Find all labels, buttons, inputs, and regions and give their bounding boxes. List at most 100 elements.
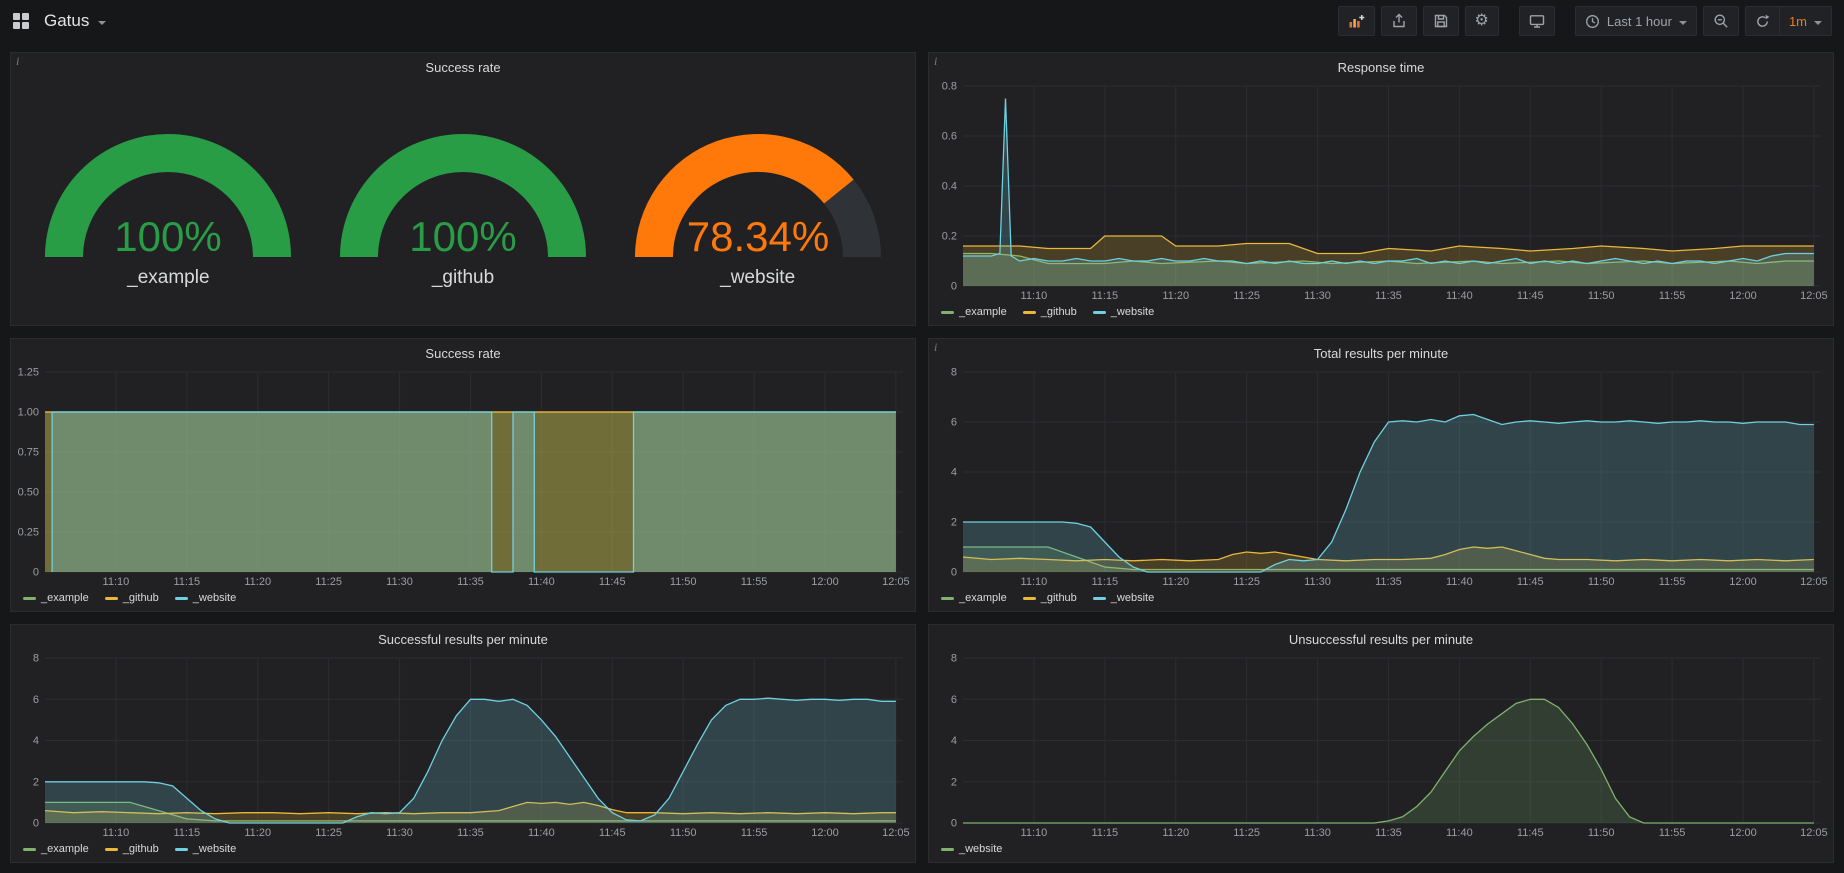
svg-text:11:30: 11:30 xyxy=(386,827,413,839)
legend-item-github[interactable]: _github xyxy=(1023,306,1077,318)
svg-text:0.6: 0.6 xyxy=(942,131,957,143)
legend-item-example[interactable]: _example xyxy=(941,592,1007,604)
svg-text:11:15: 11:15 xyxy=(1091,290,1118,302)
panel-title[interactable]: Successful results per minute xyxy=(11,625,915,650)
svg-text:12:00: 12:00 xyxy=(811,576,839,588)
svg-text:11:55: 11:55 xyxy=(1659,290,1686,302)
legend-item-website[interactable]: _website xyxy=(1093,592,1154,604)
info-icon[interactable]: i xyxy=(934,54,937,69)
svg-text:11:20: 11:20 xyxy=(244,576,271,588)
panel-title[interactable]: Unsuccessful results per minute xyxy=(929,625,1833,650)
legend-label: _website xyxy=(1111,306,1154,318)
svg-text:11:10: 11:10 xyxy=(1021,827,1048,839)
legend-item-website[interactable]: _website xyxy=(941,843,1002,855)
svg-text:11:55: 11:55 xyxy=(741,827,768,839)
navbar-right: ⚙ Last 1 hour xyxy=(1338,6,1832,36)
time-range-label: Last 1 hour xyxy=(1607,14,1672,29)
svg-text:11:55: 11:55 xyxy=(1659,576,1686,588)
svg-text:4: 4 xyxy=(951,735,957,747)
info-icon[interactable]: i xyxy=(16,54,19,69)
svg-text:11:45: 11:45 xyxy=(1517,290,1544,302)
legend-label: _example xyxy=(41,843,89,855)
svg-text:11:50: 11:50 xyxy=(670,576,697,588)
svg-text:11:35: 11:35 xyxy=(457,827,484,839)
svg-text:11:40: 11:40 xyxy=(528,827,555,839)
svg-text:11:50: 11:50 xyxy=(1588,290,1615,302)
legend-item-example[interactable]: _example xyxy=(23,592,89,604)
share-icon xyxy=(1391,13,1407,29)
gauge-website: 78.34% _website xyxy=(613,107,903,289)
svg-text:11:30: 11:30 xyxy=(1304,827,1331,839)
gauge-canvas: 100% xyxy=(318,107,608,265)
total-results-chart[interactable]: 0246811:1011:1511:2011:2511:3011:3511:40… xyxy=(929,364,1833,589)
gauge-github: 100% _github xyxy=(318,107,608,289)
svg-text:11:25: 11:25 xyxy=(315,827,342,839)
legend-label: _github xyxy=(1041,592,1077,604)
legend-swatch xyxy=(105,848,118,851)
refresh-button[interactable]: 1m xyxy=(1745,6,1832,36)
svg-text:11:15: 11:15 xyxy=(1091,827,1118,839)
svg-text:100%: 100% xyxy=(409,213,516,260)
legend-label: _github xyxy=(1041,306,1077,318)
svg-text:8: 8 xyxy=(33,653,39,665)
svg-text:2: 2 xyxy=(951,517,957,529)
legend-item-github[interactable]: _github xyxy=(1023,592,1077,604)
legend-swatch xyxy=(23,848,36,851)
legend-label: _github xyxy=(123,843,159,855)
svg-text:11:55: 11:55 xyxy=(741,576,768,588)
panel-title[interactable]: Response time xyxy=(929,53,1833,78)
gauge-arc: 100% xyxy=(318,107,608,265)
legend: _website xyxy=(929,840,1833,862)
svg-text:6: 6 xyxy=(951,417,957,429)
info-icon[interactable]: i xyxy=(934,340,937,355)
legend-item-example[interactable]: _example xyxy=(23,843,89,855)
chart-canvas: 00.20.40.60.811:1011:1511:2011:2511:3011… xyxy=(929,78,1833,303)
panel-title[interactable]: Success rate xyxy=(11,339,915,364)
success-rate-chart[interactable]: 00.250.500.751.001.2511:1011:1511:2011:2… xyxy=(11,364,915,589)
legend-label: _website xyxy=(193,843,236,855)
svg-text:11:35: 11:35 xyxy=(457,576,484,588)
legend-item-github[interactable]: _github xyxy=(105,843,159,855)
settings-button[interactable]: ⚙ xyxy=(1465,6,1499,36)
legend-item-example[interactable]: _example xyxy=(941,306,1007,318)
svg-text:11:35: 11:35 xyxy=(1375,290,1402,302)
legend-item-github[interactable]: _github xyxy=(105,592,159,604)
successful-results-chart[interactable]: 0246811:1011:1511:2011:2511:3011:3511:40… xyxy=(11,650,915,840)
add-panel-button[interactable] xyxy=(1338,6,1375,36)
zoom-out-button[interactable] xyxy=(1703,6,1739,36)
svg-text:1.25: 1.25 xyxy=(18,367,39,379)
svg-text:8: 8 xyxy=(951,653,957,665)
svg-text:0.8: 0.8 xyxy=(942,81,957,93)
magnifier-minus-icon xyxy=(1713,13,1729,29)
gauge-label: _example xyxy=(127,267,209,289)
legend-swatch xyxy=(1023,597,1036,600)
legend-swatch xyxy=(175,848,188,851)
cycle-view-button[interactable] xyxy=(1519,6,1555,36)
legend-item-website[interactable]: _website xyxy=(175,592,236,604)
unsuccessful-results-chart[interactable]: 0246811:1011:1511:2011:2511:3011:3511:40… xyxy=(929,650,1833,840)
bar-chart-plus-icon xyxy=(1348,13,1365,29)
svg-text:11:50: 11:50 xyxy=(670,827,697,839)
divider xyxy=(1779,7,1780,35)
legend-item-website[interactable]: _website xyxy=(175,843,236,855)
svg-text:11:10: 11:10 xyxy=(103,576,130,588)
monitor-icon xyxy=(1529,13,1545,29)
panel-title[interactable]: Success rate xyxy=(11,53,915,78)
svg-text:12:05: 12:05 xyxy=(1800,827,1828,839)
response-time-chart[interactable]: 00.20.40.60.811:1011:1511:2011:2511:3011… xyxy=(929,78,1833,303)
panel-total-results: i Total results per minute 0246811:1011:… xyxy=(928,338,1834,612)
legend-item-website[interactable]: _website xyxy=(1093,306,1154,318)
panel-successful-results: Successful results per minute 0246811:10… xyxy=(10,624,916,863)
svg-text:11:55: 11:55 xyxy=(1659,827,1686,839)
apps-grid-icon[interactable] xyxy=(12,12,30,30)
save-button[interactable] xyxy=(1423,6,1459,36)
svg-text:0.75: 0.75 xyxy=(18,447,39,459)
panel-title[interactable]: Total results per minute xyxy=(929,339,1833,364)
floppy-disk-icon xyxy=(1433,13,1449,29)
dashboard-title-button[interactable]: Gatus xyxy=(40,7,110,35)
time-range-button[interactable]: Last 1 hour xyxy=(1575,6,1697,36)
share-button[interactable] xyxy=(1381,6,1417,36)
legend-swatch xyxy=(175,597,188,600)
svg-text:0.4: 0.4 xyxy=(942,181,957,193)
svg-text:11:15: 11:15 xyxy=(1091,576,1118,588)
